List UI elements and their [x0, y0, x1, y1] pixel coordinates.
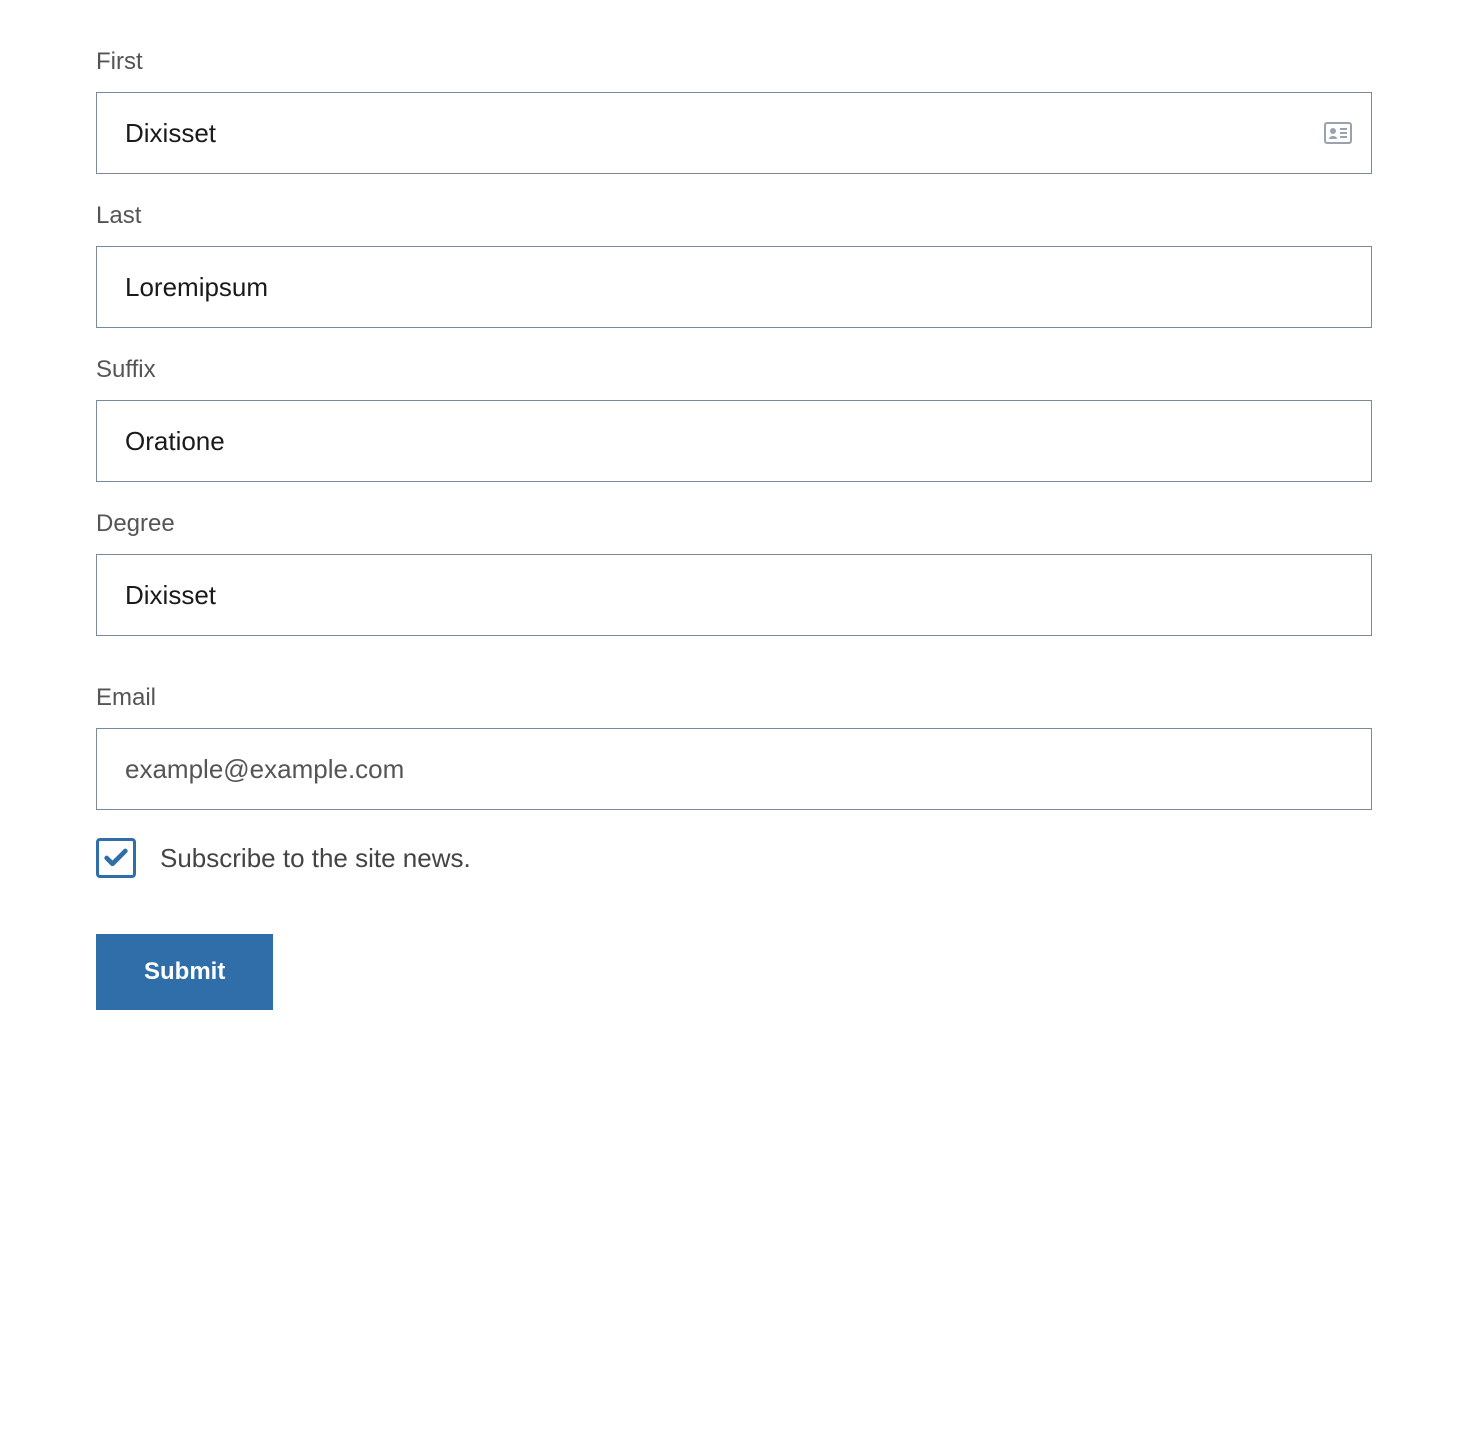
first-name-input-wrapper: [96, 92, 1372, 174]
suffix-label: Suffix: [96, 356, 1372, 384]
email-input[interactable]: [96, 728, 1372, 810]
degree-input[interactable]: [96, 554, 1372, 636]
last-name-label: Last: [96, 202, 1372, 230]
degree-label: Degree: [96, 510, 1372, 538]
submit-button[interactable]: Submit: [96, 934, 273, 1010]
email-group: Email: [96, 684, 1372, 810]
contact-card-icon: [1324, 122, 1352, 144]
first-name-input[interactable]: [96, 92, 1372, 174]
subscribe-row: Subscribe to the site news.: [96, 838, 1372, 878]
subscribe-checkbox[interactable]: [96, 838, 136, 878]
suffix-input[interactable]: [96, 400, 1372, 482]
last-name-input[interactable]: [96, 246, 1372, 328]
user-form: First Last Suffix Degree E: [96, 48, 1372, 1010]
subscribe-label: Subscribe to the site news.: [160, 843, 471, 874]
check-icon: [102, 844, 130, 872]
first-name-label: First: [96, 48, 1372, 76]
email-label: Email: [96, 684, 1372, 712]
degree-group: Degree: [96, 510, 1372, 636]
suffix-group: Suffix: [96, 356, 1372, 482]
last-name-group: Last: [96, 202, 1372, 328]
first-name-group: First: [96, 48, 1372, 174]
